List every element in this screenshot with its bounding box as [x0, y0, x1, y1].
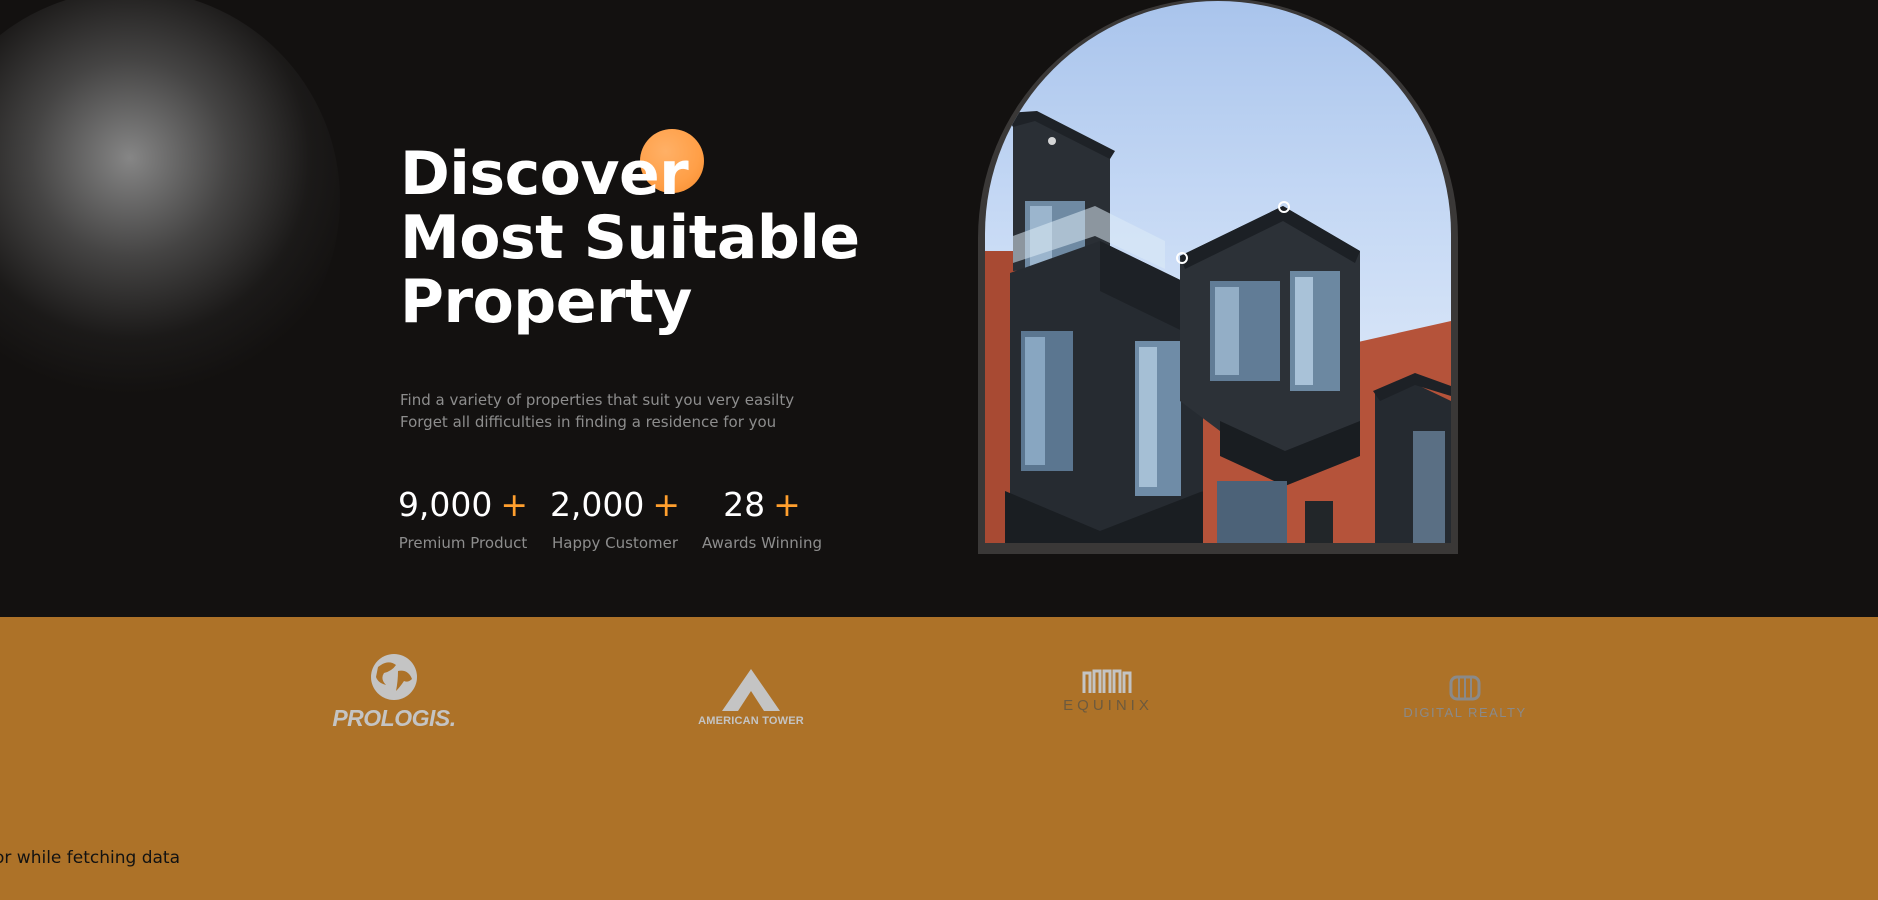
stat-value: 9,000 +	[398, 484, 528, 526]
hero-content: Discover Most Suitable Property Find a v…	[398, 0, 860, 617]
hero-subtitle-line-2: Forget all difficulties in finding a res…	[400, 413, 777, 431]
stat-label: Premium Product	[398, 534, 528, 552]
prologis-wordmark: PROLOGIS.	[332, 705, 456, 731]
hero-subtitle-line-1: Find a variety of properties that suit y…	[400, 391, 795, 409]
stat-number: 9,000	[397, 485, 493, 524]
building-illustration	[985, 111, 1451, 543]
stat-plus: +	[773, 485, 801, 524]
stat-value: 28 +	[723, 484, 801, 526]
digital-realty-wordmark: DIGITAL REALTY	[1403, 705, 1527, 720]
logo-equinix: EQUINIX	[1052, 669, 1164, 714]
stat-awards-winning: 28 + Awards Winning	[702, 484, 822, 554]
stat-plus: +	[500, 485, 529, 524]
stats-row: 9,000 + Premium Product 2,000 + Happy Cust…	[398, 484, 822, 554]
equinix-bars-icon	[1082, 669, 1132, 693]
hero-subtitle: Find a variety of properties that suit y…	[400, 389, 794, 433]
fetch-error-message: or while fetching data	[0, 848, 180, 868]
hero-title-line-2: Most Suitable	[400, 203, 860, 273]
hero-section: Discover Most Suitable Property Find a v…	[0, 0, 1878, 617]
logo-american-tower: AMERICAN TOWER	[680, 669, 822, 727]
stat-plus: +	[652, 485, 681, 524]
prologis-globe-icon	[371, 654, 417, 700]
hero-title: Discover Most Suitable Property	[400, 142, 860, 334]
building-photo	[985, 1, 1451, 543]
american-tower-triangle-icon	[722, 669, 780, 711]
hero-image-frame	[978, 0, 1458, 554]
partner-logos-band: PROLOGIS. AMERICAN TOWER EQUINIX DIGITAL…	[0, 617, 1878, 900]
stat-value: 2,000 +	[550, 484, 680, 526]
stat-label: Awards Winning	[702, 534, 822, 552]
logo-digital-realty: DIGITAL REALTY	[1393, 673, 1537, 720]
hero-title-line-3: Property	[400, 267, 692, 337]
stat-happy-customer: 2,000 + Happy Customer	[550, 484, 680, 554]
equinix-wordmark: EQUINIX	[1063, 697, 1153, 714]
digital-realty-emblem-icon	[1449, 675, 1481, 701]
stat-premium-product: 9,000 + Premium Product	[398, 484, 528, 554]
american-tower-wordmark: AMERICAN TOWER	[698, 715, 804, 727]
stat-label: Happy Customer	[551, 534, 679, 552]
logo-prologis: PROLOGIS.	[326, 653, 462, 732]
hero-title-line-1: Discover	[400, 139, 689, 209]
background-glow	[0, 0, 340, 410]
stat-number: 2,000	[549, 485, 645, 524]
stat-number: 28	[723, 485, 766, 524]
